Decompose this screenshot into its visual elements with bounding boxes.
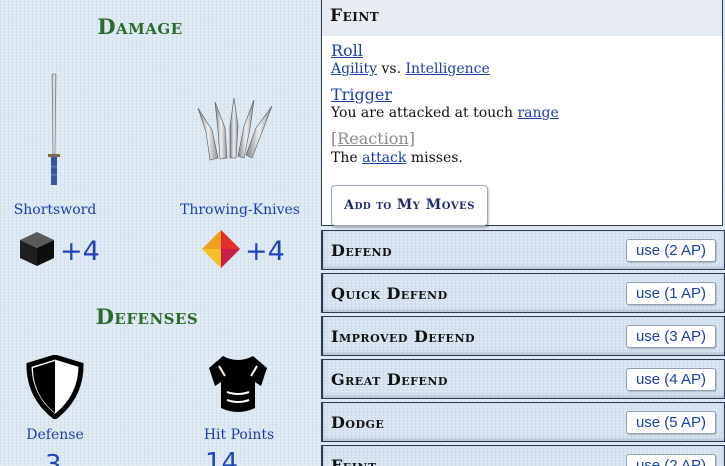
feint-card-title: Feint bbox=[322, 0, 722, 36]
effect-pre-text: The bbox=[331, 150, 358, 166]
move-name: Feint bbox=[331, 456, 377, 466]
defense-value: 3 bbox=[45, 450, 62, 466]
move-name: Defend bbox=[331, 241, 393, 260]
effect-post-text: misses. bbox=[410, 150, 463, 166]
armor-icon bbox=[209, 356, 267, 412]
hit-points-value: 14 bbox=[205, 448, 239, 466]
character-panel: Damage Shortsword Throwing-Knives +4 +4 … bbox=[0, 0, 318, 466]
move-row-great-defend[interactable]: Great Defend use (4 AP) bbox=[321, 359, 725, 399]
roll-link[interactable]: Roll bbox=[331, 41, 363, 60]
move-row-quick-defend[interactable]: Quick Defend use (1 AP) bbox=[321, 273, 725, 313]
damage-title: Damage bbox=[97, 14, 183, 39]
throwing-knives-icon bbox=[197, 97, 273, 161]
hit-points-label: Hit Points bbox=[203, 427, 275, 443]
trigger-link[interactable]: Trigger bbox=[331, 85, 392, 104]
weapon-label-throwing-knives: Throwing-Knives bbox=[180, 202, 300, 218]
trigger-text: You are attacked at touch bbox=[331, 105, 514, 121]
shortsword-card[interactable]: Shortsword bbox=[0, 70, 110, 218]
add-button-strong: My Moves bbox=[396, 197, 475, 213]
defenses-title: Defenses bbox=[95, 304, 199, 329]
move-row-dodge[interactable]: Dodge use (5 AP) bbox=[321, 402, 725, 442]
use-button[interactable]: use (4 AP) bbox=[625, 368, 716, 391]
add-to-my-moves-button[interactable]: Add to My Moves bbox=[331, 185, 488, 226]
weapon-label-shortsword: Shortsword bbox=[13, 202, 97, 218]
throwing-knives-card[interactable]: Throwing-Knives bbox=[170, 70, 310, 218]
use-button[interactable]: use (5 AP) bbox=[625, 411, 716, 434]
vs-text: vs. bbox=[381, 61, 402, 77]
use-button[interactable]: use (3 AP) bbox=[625, 325, 716, 348]
move-name: Great Defend bbox=[331, 370, 448, 389]
shield-icon bbox=[26, 355, 84, 419]
feint-detail-card: Feint Roll Agility vs. Intelligence Trig… bbox=[321, 0, 723, 226]
shortsword-bonus: +4 bbox=[60, 236, 100, 267]
use-button[interactable]: use (1 AP) bbox=[625, 282, 716, 305]
move-row-feint[interactable]: Feint use (2 AP) bbox=[321, 445, 725, 466]
sword-icon bbox=[48, 73, 60, 185]
use-button[interactable]: use (2 AP) bbox=[625, 239, 716, 262]
move-name: Quick Defend bbox=[331, 284, 448, 303]
intelligence-link[interactable]: Intelligence bbox=[406, 61, 490, 77]
throwing-knives-bonus: +4 bbox=[245, 236, 285, 267]
add-button-prefix: Add to bbox=[344, 198, 392, 213]
reaction-label[interactable]: [Reaction] bbox=[331, 129, 415, 148]
black-cube-icon bbox=[20, 232, 54, 266]
move-row-improved-defend[interactable]: Improved Defend use (3 AP) bbox=[321, 316, 725, 356]
use-button[interactable]: use (2 AP) bbox=[625, 454, 716, 466]
move-name: Improved Defend bbox=[331, 327, 476, 346]
defense-label: Defense bbox=[26, 427, 84, 443]
moves-panel: Feint Roll Agility vs. Intelligence Trig… bbox=[321, 0, 725, 466]
agility-link[interactable]: Agility bbox=[331, 61, 377, 77]
move-row-defend[interactable]: Defend use (2 AP) bbox=[321, 230, 725, 270]
orange-gem-icon bbox=[202, 230, 240, 268]
attack-link[interactable]: attack bbox=[362, 150, 406, 166]
move-name: Dodge bbox=[331, 413, 385, 432]
range-link[interactable]: range bbox=[517, 105, 558, 121]
